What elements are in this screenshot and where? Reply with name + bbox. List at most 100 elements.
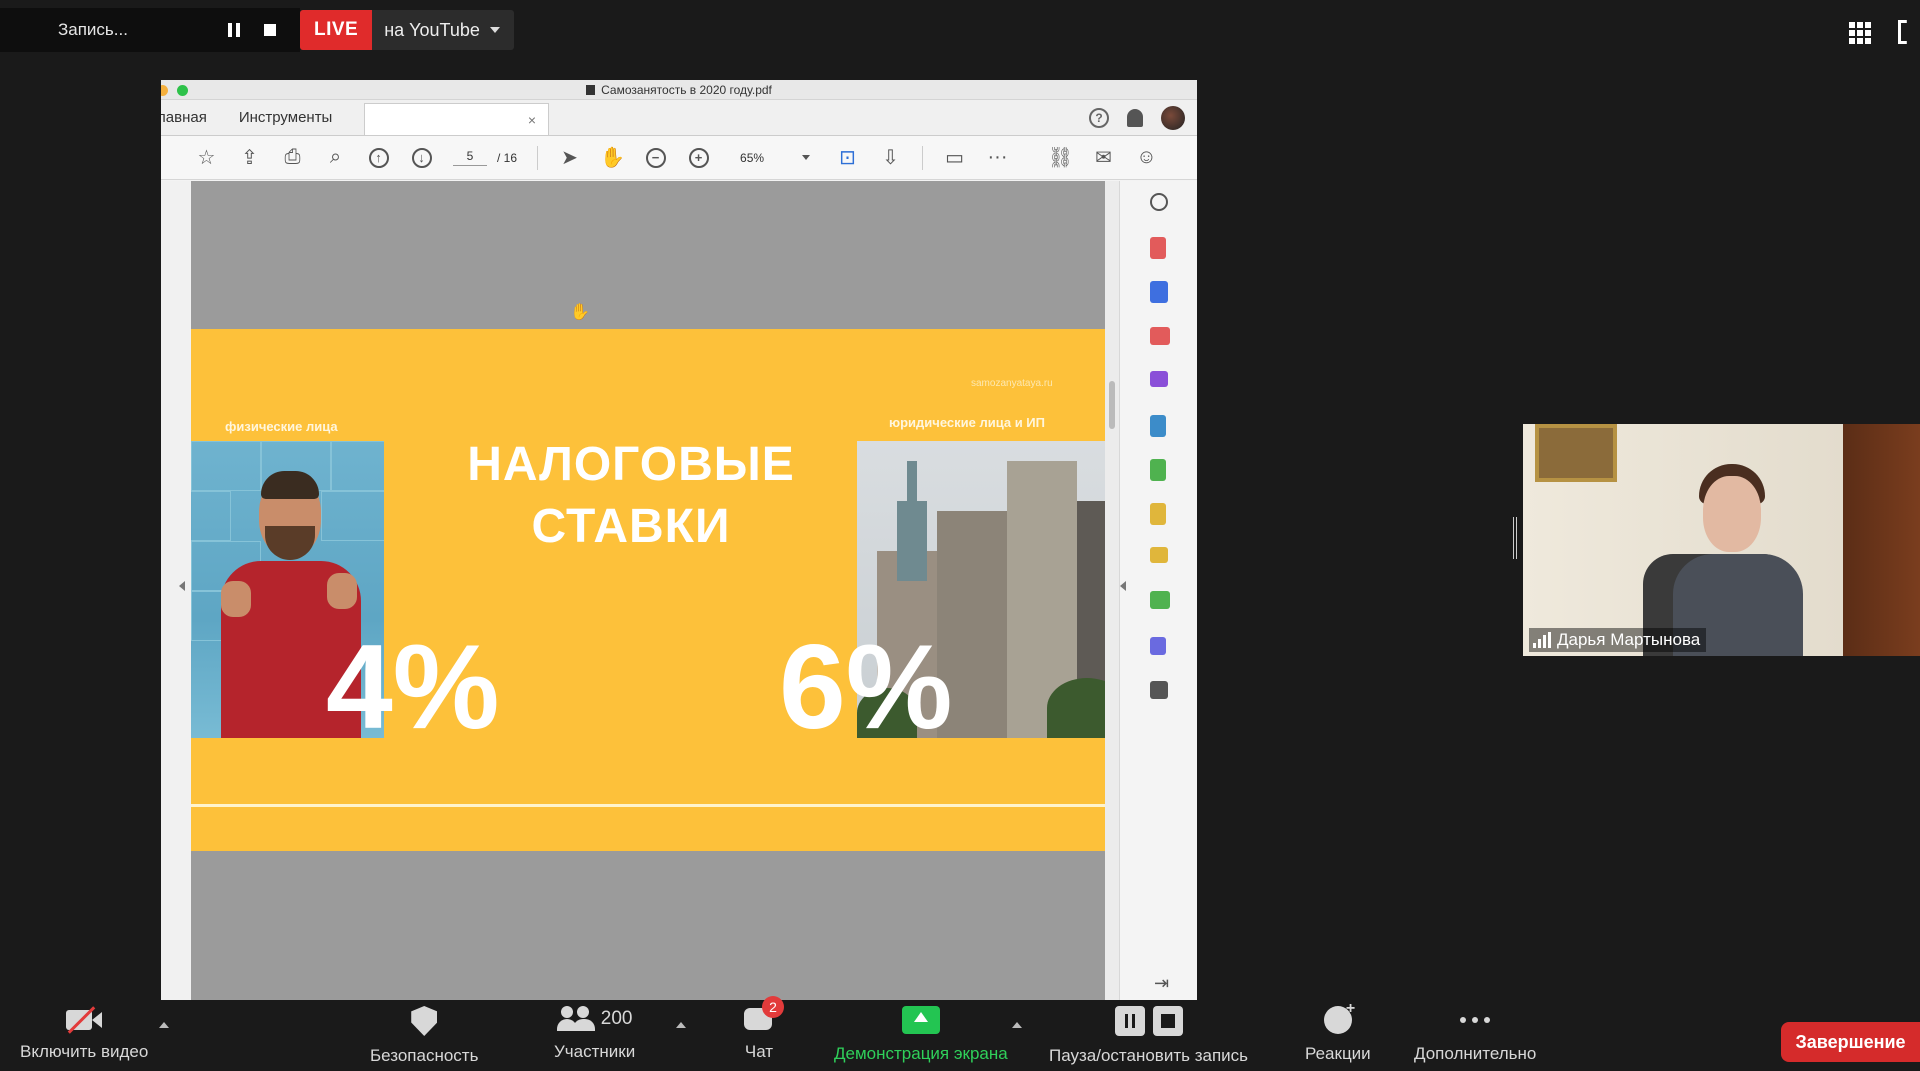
more-dots-icon	[1460, 1006, 1491, 1034]
recording-bar: Запись...	[0, 8, 300, 52]
tools-icon[interactable]	[1150, 681, 1168, 699]
participants-label: Участники	[554, 1042, 636, 1061]
reaction-smile-icon: +	[1323, 1000, 1355, 1034]
comment-icon[interactable]: ▭	[933, 136, 976, 180]
next-page-button[interactable]: ↓	[400, 136, 443, 180]
plus-icon: +	[688, 147, 709, 168]
bell-icon[interactable]	[1127, 109, 1143, 127]
toolbar-divider	[922, 145, 924, 170]
zoom-out-search-icon[interactable]: ⌕	[314, 136, 357, 180]
video-options-caret[interactable]	[159, 1022, 169, 1028]
reactions-label: Реакции	[1305, 1044, 1371, 1063]
share-screen-label: Демонстрация экрана	[834, 1044, 1008, 1063]
gallery-view-icon[interactable]	[1849, 22, 1871, 44]
zoom-select[interactable]: 65%	[740, 150, 811, 165]
share-screen-icon	[901, 1006, 940, 1034]
wall-painting	[1535, 424, 1617, 482]
hand-tool-icon[interactable]: ✋	[591, 136, 634, 180]
chat-icon: 2	[744, 996, 784, 1032]
export-pdf-icon[interactable]	[1150, 281, 1168, 303]
pdf-file-icon	[586, 84, 596, 95]
add-user-icon[interactable]: ☺	[1125, 136, 1168, 180]
security-button[interactable]: Безопасность	[370, 1006, 478, 1066]
compress-icon[interactable]	[1150, 459, 1166, 481]
participants-button[interactable]: 200 Участники	[554, 1006, 635, 1062]
participants-icon	[556, 1006, 595, 1032]
select-cursor-icon[interactable]: ➤	[548, 136, 591, 180]
panel-splitter[interactable]	[1513, 517, 1517, 559]
participant-video[interactable]: Дарья Мартынова	[1523, 424, 1920, 656]
comment-icon[interactable]	[1150, 547, 1168, 563]
more-options-icon[interactable]: ···	[976, 136, 1019, 180]
scrollbar-thumb[interactable]	[1109, 381, 1115, 429]
toolbar-divider	[537, 145, 539, 170]
prev-page-button[interactable]: ↑	[357, 136, 400, 180]
collapse-left-icon[interactable]	[179, 581, 185, 591]
zoom-value: 65%	[740, 150, 765, 165]
chat-button[interactable]: 2 Чат	[744, 996, 784, 1062]
chat-unread-badge: 2	[762, 996, 784, 1018]
page-number-input[interactable]: 5	[453, 149, 487, 166]
video-off-icon	[66, 1006, 103, 1034]
pdf-viewer-window: Самозанятость в 2020 году.pdf лавная Инс…	[161, 80, 1197, 1000]
chat-label: Чат	[744, 1042, 774, 1061]
end-meeting-button[interactable]: Завершение	[1781, 1022, 1920, 1062]
edit-pdf-icon[interactable]	[1150, 415, 1166, 437]
star-icon[interactable]: ☆	[185, 136, 228, 180]
stop-icon[interactable]	[1152, 1006, 1183, 1036]
slide-title-line-1: НАЛОГОВЫЕ	[467, 438, 795, 491]
export-icon[interactable]	[1150, 503, 1166, 525]
document-scrollbar[interactable]	[1105, 181, 1119, 1000]
print-production-icon[interactable]	[1150, 591, 1170, 609]
close-tab-icon[interactable]: ×	[528, 112, 536, 128]
tab-document[interactable]: Самозанятость в... ×	[364, 103, 550, 135]
scroll-mode-icon[interactable]: ⇩	[869, 136, 912, 180]
stop-recording-button[interactable]	[260, 20, 280, 40]
live-stream-control[interactable]: LIVE на YouTube	[300, 10, 514, 50]
organize-pages-icon[interactable]	[1150, 327, 1170, 345]
zoom-in-button[interactable]: +	[677, 136, 720, 180]
collapse-right-icon[interactable]	[1120, 581, 1126, 591]
share-link-icon[interactable]: ⛓	[1039, 136, 1082, 180]
minus-icon: −	[645, 147, 666, 168]
fill-sign-icon[interactable]	[1150, 371, 1168, 387]
pdf-toolbar: ☆ ⇪ ⎙ ⌕ ↑ ↓ 5 / 16 ➤ ✋ − + 65% ⊡ ⇩ ▭ ···…	[161, 136, 1197, 180]
tab-document-label: Самозанятость в...	[391, 111, 514, 128]
mail-icon[interactable]: ✉	[1082, 136, 1125, 180]
reactions-button[interactable]: + Реакции	[1305, 1000, 1371, 1064]
pause-stop-recording-button[interactable]: Пауза/остановить запись	[1049, 1006, 1248, 1066]
create-pdf-icon[interactable]	[1150, 237, 1166, 259]
zoom-search-icon[interactable]	[1150, 193, 1168, 211]
help-icon[interactable]: ?	[1089, 108, 1109, 128]
more-button[interactable]: Дополнительно	[1414, 1006, 1536, 1064]
fit-page-icon[interactable]: ⊡	[826, 136, 869, 180]
live-target-label: на YouTube	[384, 19, 480, 40]
live-target-dropdown[interactable]: на YouTube	[372, 10, 514, 50]
share-options-caret[interactable]	[1012, 1022, 1022, 1028]
window-minimize-button[interactable]	[161, 85, 168, 96]
slide-site-url: samozanyataya.ru	[971, 378, 1053, 389]
start-video-button[interactable]: Включить видео	[20, 1006, 148, 1062]
print-icon[interactable]: ⎙	[271, 136, 314, 180]
avatar[interactable]	[1161, 106, 1185, 130]
participants-options-caret[interactable]	[676, 1022, 686, 1028]
pause-recording-button[interactable]	[224, 20, 244, 40]
protect-icon[interactable]	[1150, 637, 1166, 655]
participant-name-tag: Дарья Мартынова	[1529, 628, 1707, 652]
window-maximize-button[interactable]	[177, 85, 188, 96]
share-screen-button[interactable]: Демонстрация экрана	[834, 1006, 1008, 1064]
zoom-out-button[interactable]: −	[634, 136, 677, 180]
slide-title: НАЛОГОВЫЕ СТАВКИ	[431, 434, 831, 558]
hand-cursor-icon: ✋	[570, 304, 590, 321]
tab-home[interactable]: лавная	[161, 109, 239, 135]
pause-icon[interactable]	[1114, 1006, 1145, 1036]
document-area[interactable]: samozanyataya.ru физические лица юридиче…	[161, 181, 1119, 1000]
tab-tools[interactable]: Инструменты	[239, 109, 349, 135]
slide-title-line-2: СТАВКИ	[531, 500, 731, 553]
expand-panel-icon[interactable]: ⇥	[1154, 973, 1169, 994]
fullscreen-icon[interactable]	[1898, 20, 1907, 44]
page-total: / 16	[497, 150, 518, 165]
pdf-window-title: Самозанятость в 2020 году.pdf	[601, 82, 772, 97]
tools-right-panel: ⇥	[1119, 181, 1197, 1000]
upload-icon[interactable]: ⇪	[228, 136, 271, 180]
